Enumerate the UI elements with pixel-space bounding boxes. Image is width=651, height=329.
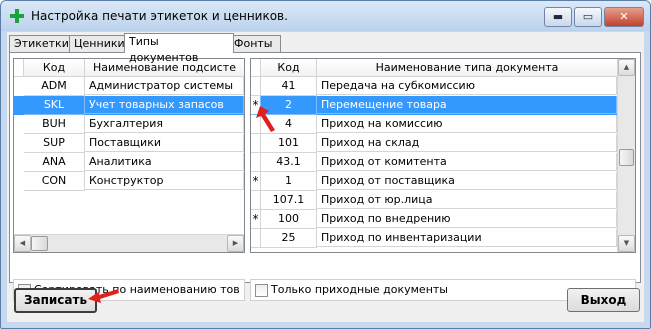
table-row[interactable]: ANA Аналитика xyxy=(14,153,244,172)
horizontal-scrollbar[interactable]: ◀ ▶ xyxy=(14,234,244,252)
cell-code: ADM xyxy=(24,77,85,96)
row-marker xyxy=(251,134,261,153)
cell-name: Администратор системы xyxy=(85,77,244,95)
cell-code: 41 xyxy=(261,77,317,96)
cell-name: Приход по внедрению xyxy=(317,210,617,228)
column-header-document-type[interactable]: Наименование типа документа xyxy=(317,59,617,76)
row-marker: * xyxy=(251,172,261,191)
row-selector-header xyxy=(251,59,261,76)
annotation-arrow-icon xyxy=(88,289,119,303)
row-marker xyxy=(251,191,261,210)
vertical-scrollbar[interactable]: ▲ ▼ xyxy=(617,59,635,252)
row-marker xyxy=(251,153,261,172)
dialog-body: Этикетки Ценники Типы документов Фонты К… xyxy=(7,32,644,322)
table-row[interactable]: 43.1 Приход от комитента xyxy=(251,153,617,172)
table-row[interactable]: BUH Бухгалтерия xyxy=(14,115,244,134)
cell-code: SKL xyxy=(24,96,85,115)
cell-code: 101 xyxy=(261,134,317,153)
table-row[interactable]: 25 Приход по инвентаризации xyxy=(251,229,617,248)
subsystems-grid[interactable]: Код Наименование подсисте ADM Администра… xyxy=(13,58,245,253)
table-row-selected[interactable]: SKL Учет товарных запасов xyxy=(14,96,244,115)
scroll-thumb[interactable] xyxy=(619,149,634,166)
cell-code: CON xyxy=(24,172,85,191)
cell-code: SUP xyxy=(24,134,85,153)
scroll-thumb[interactable] xyxy=(31,236,48,251)
cell-code: 1 xyxy=(261,172,317,191)
table-row[interactable]: SUP Поставщики xyxy=(14,134,244,153)
table-row[interactable]: ADM Администратор системы xyxy=(14,77,244,96)
settings-window: Настройка печати этикеток и ценников. ▬ … xyxy=(0,0,651,329)
row-marker: * xyxy=(251,210,261,229)
grid-header: Код Наименование типа документа xyxy=(251,59,617,77)
cell-code: BUH xyxy=(24,115,85,134)
table-row[interactable]: 41 Передача на субкомиссию xyxy=(251,77,617,96)
cell-name: Приход на склад xyxy=(317,134,617,152)
cell-code: 25 xyxy=(261,229,317,248)
cell-name: Перемещение товара xyxy=(317,96,617,114)
table-row[interactable]: CON Конструктор xyxy=(14,172,244,191)
incoming-only-checkbox[interactable] xyxy=(255,284,268,297)
incoming-only-label[interactable]: Только приходные документы xyxy=(271,283,448,296)
document-types-grid[interactable]: Код Наименование типа документа 41 Перед… xyxy=(250,58,636,253)
window-title: Настройка печати этикеток и ценников. xyxy=(31,9,288,23)
table-row[interactable]: * 1 Приход от поставщика xyxy=(251,172,617,191)
exit-button[interactable]: Выход xyxy=(567,288,640,312)
cell-name: Учет товарных запасов xyxy=(85,96,244,114)
row-selector-header xyxy=(14,59,24,76)
minimize-button[interactable]: ▬ xyxy=(544,7,572,27)
cell-name: Приход на комиссию xyxy=(317,115,617,133)
table-row[interactable]: 4 Приход на комиссию xyxy=(251,115,617,134)
table-row[interactable]: 101 Приход на склад xyxy=(251,134,617,153)
tab-fonts[interactable]: Фонты xyxy=(229,35,281,52)
cell-name: Поставщики xyxy=(85,134,244,152)
cell-code: 100 xyxy=(261,210,317,229)
scroll-right-button[interactable]: ▶ xyxy=(227,235,244,252)
maximize-button[interactable]: ▭ xyxy=(574,7,602,27)
cell-code: 43.1 xyxy=(261,153,317,172)
cell-code: ANA xyxy=(24,153,85,172)
save-button[interactable]: Записать xyxy=(14,288,97,313)
table-row-selected[interactable]: * 2 Перемещение товара xyxy=(251,96,617,115)
row-marker xyxy=(251,77,261,96)
scroll-up-button[interactable]: ▲ xyxy=(618,59,635,76)
cell-name: Приход от юр.лица xyxy=(317,191,617,209)
close-button[interactable]: ✕ xyxy=(604,7,644,27)
column-header-code[interactable]: Код xyxy=(24,59,85,76)
cell-name: Приход по инвентаризации xyxy=(317,229,617,247)
row-marker xyxy=(251,229,261,248)
table-row[interactable]: * 100 Приход по внедрению xyxy=(251,210,617,229)
cell-name: Бухгалтерия xyxy=(85,115,244,133)
annotation-arrow-icon xyxy=(256,106,275,132)
scroll-left-button[interactable]: ◀ xyxy=(14,235,31,252)
column-header-code[interactable]: Код xyxy=(261,59,317,76)
tab-document-types[interactable]: Типы документов xyxy=(124,33,234,64)
tab-labels[interactable]: Этикетки xyxy=(9,35,70,52)
cell-code: 107.1 xyxy=(261,191,317,210)
table-row[interactable]: 107.1 Приход от юр.лица xyxy=(251,191,617,210)
cell-name: Приход от комитента xyxy=(317,153,617,171)
green-cross-app-icon xyxy=(10,9,24,23)
document-types-panel: Код Наименование подсисте ADM Администра… xyxy=(9,52,641,301)
scroll-down-button[interactable]: ▼ xyxy=(618,235,635,252)
cell-name: Аналитика xyxy=(85,153,244,171)
cell-name: Приход от поставщика xyxy=(317,172,617,190)
cell-name: Конструктор xyxy=(85,172,244,190)
title-bar[interactable]: Настройка печати этикеток и ценников. ▬ … xyxy=(1,1,650,31)
cell-name: Передача на субкомиссию xyxy=(317,77,617,95)
